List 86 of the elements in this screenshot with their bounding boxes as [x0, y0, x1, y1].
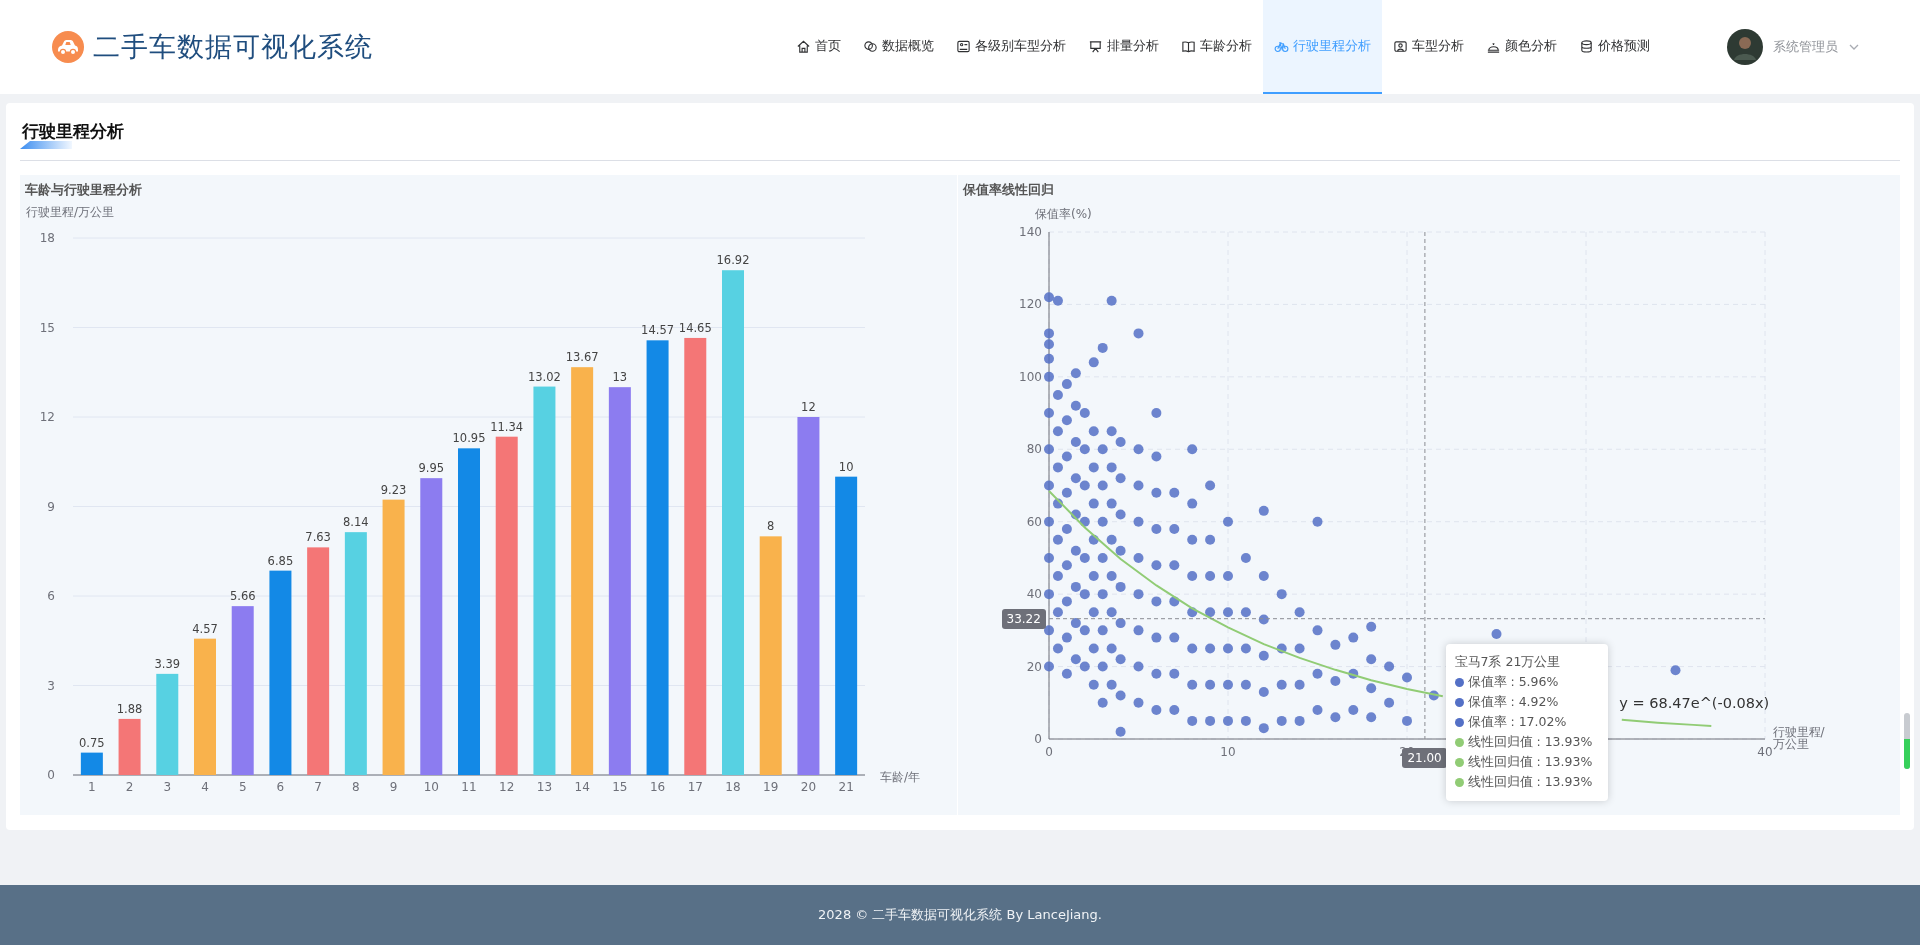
data-label: 5.66: [229, 589, 256, 604]
axis-tick-label: 3: [47, 678, 55, 693]
axis-tick-label: 12: [39, 410, 55, 424]
axis-tick-label: 18: [725, 780, 741, 794]
axis-tick-label: 8: [352, 780, 360, 794]
axis-tick-label: 15: [39, 320, 55, 335]
axis-tick-label: 3: [163, 780, 172, 794]
data-label: 13.67: [565, 350, 599, 365]
nav-tab[interactable]: 首页: [785, 0, 852, 94]
tooltip-row: 保值率 : 5.96%: [1467, 674, 1559, 691]
data-label: 7.63: [305, 530, 331, 545]
data-label: 10.95: [452, 431, 486, 446]
axis-tick-label: 40: [1756, 745, 1773, 759]
axis-title: 保值率(%): [1034, 207, 1092, 221]
axis-tick-label: 40: [1026, 587, 1042, 602]
equation-label: y = 68.47e^(-0.08x): [1618, 694, 1769, 711]
app-title: 二手车数据可视化系统: [93, 30, 373, 64]
axis-tick-label: 13: [536, 780, 553, 794]
footer-text: 2028 © 二手车数据可视化系统 By LanceJiang.: [818, 906, 1102, 924]
chart-title: 保值率线性回归: [961, 181, 1054, 196]
data-label: 9.95: [418, 461, 445, 476]
axis-tick-label: 0: [47, 768, 55, 782]
data-label: 14.65: [678, 320, 712, 335]
data-label: 8.14: [343, 515, 369, 530]
nav-tab[interactable]: 排量分析: [1077, 0, 1170, 94]
axis-tick-label: 1: [88, 780, 96, 794]
axis-tick-label: 5: [238, 780, 247, 794]
section-title: 行驶里程分析: [21, 120, 124, 143]
tooltip-title: 宝马7系 21万公里: [1454, 654, 1562, 671]
nav-tab[interactable]: 数据概览: [852, 0, 945, 94]
data-label: 4.57: [192, 621, 218, 636]
tooltip-row: 保值率 : 17.02%: [1467, 714, 1567, 731]
pointer-label: 33.22: [1001, 608, 1046, 629]
axis-tick-label: 11: [461, 780, 477, 794]
data-label: 3.39: [154, 656, 181, 671]
axis-tick-label: 20: [1026, 659, 1042, 674]
data-label: 0.75: [79, 735, 105, 750]
axis-tick-label: 80: [1026, 442, 1042, 457]
nav-tab[interactable]: 车型分析: [1382, 0, 1475, 94]
tooltip-row: 线性回归值 : 13.93%: [1467, 774, 1593, 791]
axis-tick-label: 0: [1033, 732, 1042, 746]
nav-tab[interactable]: 各级别车型分析: [945, 0, 1077, 94]
nav-tab[interactable]: 车龄分析: [1170, 0, 1263, 94]
axis-tick-label: 7: [314, 780, 322, 794]
axis-title: 行驶里程/万公里: [26, 205, 115, 219]
axis-tick-label: 60: [1026, 514, 1042, 529]
data-label: 13: [612, 370, 628, 385]
nav-tab[interactable]: 价格预测: [1568, 0, 1661, 94]
axis-tick-label: 140: [1018, 225, 1042, 239]
axis-tick-label: 120: [1018, 297, 1042, 312]
axis-tick-label: 6: [47, 589, 55, 603]
data-label: 11.34: [490, 419, 524, 434]
data-label: 14.57: [641, 323, 675, 338]
axis-tick-label: 14: [574, 780, 590, 794]
axis-tick-label: 4: [201, 780, 209, 794]
data-label: 12: [801, 400, 816, 414]
axis-tick-label: 9: [47, 499, 55, 514]
data-label: 10: [838, 459, 854, 474]
axis-title: 行驶里程/万公里: [1772, 726, 1826, 750]
tooltip-row: 保值率 : 4.92%: [1467, 694, 1559, 711]
axis-tick-label: 9: [389, 780, 398, 794]
data-label: 13.02: [527, 369, 561, 384]
nav-tab[interactable]: 颜色分析: [1475, 0, 1568, 94]
axis-tick-label: 10: [1219, 745, 1236, 759]
data-label: 8: [767, 519, 775, 534]
axis-tick-label: 20: [800, 780, 817, 794]
axis-tick-label: 10: [423, 780, 439, 794]
tooltip-row: 线性回归值 : 13.93%: [1467, 734, 1593, 751]
axis-tick-label: 18: [39, 231, 55, 245]
axis-tick-label: 19: [763, 780, 779, 794]
axis-tick-label: 6: [276, 780, 285, 794]
data-label: 6.85: [267, 553, 294, 568]
axis-tick-label: 17: [687, 780, 703, 794]
axis-tick-label: 100: [1018, 369, 1042, 384]
data-label: 16.92: [716, 253, 750, 268]
axis-tick-label: 15: [612, 780, 628, 794]
axis-tick-label: 0: [1044, 745, 1053, 759]
axis-tick-label: 12: [499, 780, 515, 794]
data-label: 1.88: [116, 701, 143, 716]
axis-title: 车龄/年: [880, 770, 921, 784]
axis-tick-label: 21: [838, 780, 854, 794]
axis-tick-label: 16: [649, 780, 666, 794]
tooltip-row: 线性回归值 : 13.93%: [1467, 754, 1593, 771]
axis-tick-label: 2: [125, 780, 134, 794]
chart-title: 车龄与行驶里程分析: [24, 181, 142, 196]
data-label: 9.23: [380, 482, 407, 497]
